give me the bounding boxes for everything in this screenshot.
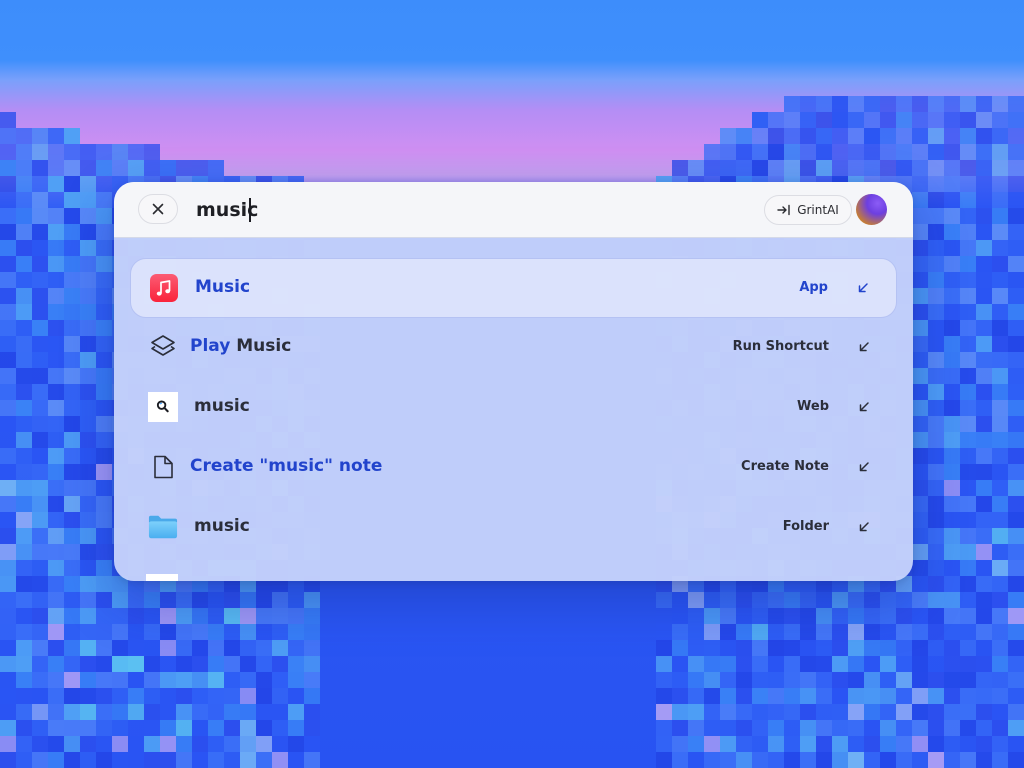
ai-assistant-button[interactable]: GrintAI bbox=[764, 195, 852, 225]
enter-arrow-icon bbox=[859, 402, 869, 412]
result-title: Play Music bbox=[190, 336, 292, 356]
tab-arrow-icon bbox=[777, 204, 790, 216]
result-type-label: App bbox=[799, 280, 828, 295]
enter-arrow-icon bbox=[858, 283, 868, 293]
results-list: Music App Play Music Run Shortcut music … bbox=[114, 238, 913, 581]
result-row-create-note[interactable]: Create "music" note Create Note bbox=[130, 438, 897, 498]
result-title: music bbox=[194, 516, 250, 536]
enter-arrow-icon bbox=[859, 522, 869, 532]
result-type-label: Folder bbox=[782, 519, 829, 534]
close-icon bbox=[152, 203, 164, 215]
folder-icon bbox=[148, 512, 178, 542]
close-button[interactable] bbox=[138, 194, 178, 224]
apple-music-icon bbox=[149, 273, 179, 303]
note-document-icon bbox=[148, 452, 178, 482]
result-row-music-web[interactable]: music Web bbox=[130, 378, 897, 438]
avatar[interactable] bbox=[856, 194, 887, 225]
text-cursor bbox=[249, 198, 251, 222]
result-row-play-music-shortcut[interactable]: Play Music Run Shortcut bbox=[130, 318, 897, 378]
result-title: music bbox=[194, 396, 250, 416]
shortcuts-layers-icon bbox=[148, 332, 178, 362]
partial-result-icon bbox=[146, 574, 178, 581]
ai-button-label: GrintAI bbox=[797, 203, 839, 217]
result-title: Create "music" note bbox=[190, 456, 383, 476]
enter-arrow-icon bbox=[859, 462, 869, 472]
search-input[interactable] bbox=[196, 194, 616, 226]
search-bar: GrintAI bbox=[114, 182, 913, 238]
result-row-music-app[interactable]: Music App bbox=[130, 258, 897, 318]
result-type-label: Create Note bbox=[741, 459, 829, 474]
result-type-label: Web bbox=[797, 399, 829, 414]
result-row-music-folder[interactable]: music Folder bbox=[130, 498, 897, 558]
command-palette: GrintAI Music bbox=[114, 182, 913, 581]
result-title: Music bbox=[195, 277, 251, 297]
result-type-label: Run Shortcut bbox=[732, 339, 829, 354]
enter-arrow-icon bbox=[859, 342, 869, 352]
web-search-icon bbox=[148, 392, 178, 422]
